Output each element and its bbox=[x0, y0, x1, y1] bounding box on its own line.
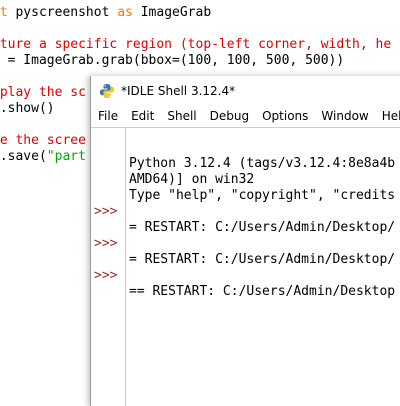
editor-line-code: e = ImageGrab.grab(bbox=(100, 100, 500, … bbox=[0, 53, 345, 68]
shell-text-area[interactable]: Python 3.12.4 (tags/v3.12.4:8e8a4b AMD64… bbox=[125, 128, 400, 406]
menu-debug[interactable]: Debug bbox=[203, 109, 255, 123]
menu-file[interactable]: File bbox=[91, 109, 124, 123]
shell-restart-line: = RESTART: C:/Users/Admin/Desktop/ bbox=[129, 252, 396, 267]
idle-shell-window[interactable]: *IDLE Shell 3.12.4* File Edit Shell Debu… bbox=[90, 76, 400, 406]
editor-line-code: e.show() bbox=[0, 101, 55, 116]
editor-code: ImageGrab bbox=[132, 5, 212, 20]
keyword-as: as bbox=[117, 5, 133, 20]
editor-line-comment: splay the sc bbox=[0, 85, 86, 100]
editor-line-1: rt pyscreenshot as ImageGrab bbox=[0, 5, 211, 21]
shell-restart-line: == RESTART: C:/Users/Admin/Desktop bbox=[129, 284, 396, 299]
shell-output-line: Type "help", "copyright", "credits bbox=[129, 188, 396, 203]
shell-output-line: AMD64)] on win32 bbox=[129, 172, 255, 187]
python-icon bbox=[100, 84, 114, 98]
menu-shell[interactable]: Shell bbox=[160, 109, 202, 123]
menu-window[interactable]: Window bbox=[314, 109, 374, 123]
menu-help[interactable]: Help bbox=[375, 109, 400, 123]
shell-body: >>> >>> >>> Python 3.12.4 (tags/v3.12.4:… bbox=[91, 127, 400, 406]
menu-edit[interactable]: Edit bbox=[124, 109, 160, 123]
shell-prompt: >>> bbox=[94, 268, 118, 283]
keyword-import: rt bbox=[0, 5, 8, 20]
editor-line-comment: ve the scree bbox=[0, 133, 86, 148]
string-literal: "part bbox=[46, 149, 86, 164]
title-bar[interactable]: *IDLE Shell 3.12.4* bbox=[91, 76, 400, 106]
editor-line-comment: pture a specific region (top-left corner… bbox=[0, 37, 392, 52]
menu-bar: File Edit Shell Debug Options Window Hel… bbox=[91, 106, 400, 126]
menu-options[interactable]: Options bbox=[255, 109, 314, 123]
shell-prompt: >>> bbox=[94, 236, 118, 251]
shell-prompt: >>> bbox=[94, 204, 118, 219]
shell-restart-line: = RESTART: C:/Users/Admin/Desktop/ bbox=[129, 220, 396, 235]
editor-code: pyscreenshot bbox=[7, 5, 118, 20]
window-title: *IDLE Shell 3.12.4* bbox=[121, 84, 236, 98]
editor-line-code: e.save("part bbox=[0, 149, 86, 165]
prompt-gutter: >>> >>> >>> bbox=[91, 128, 121, 406]
editor-code: e.save( bbox=[0, 149, 47, 164]
shell-output-line: Python 3.12.4 (tags/v3.12.4:8e8a4b bbox=[129, 156, 396, 171]
